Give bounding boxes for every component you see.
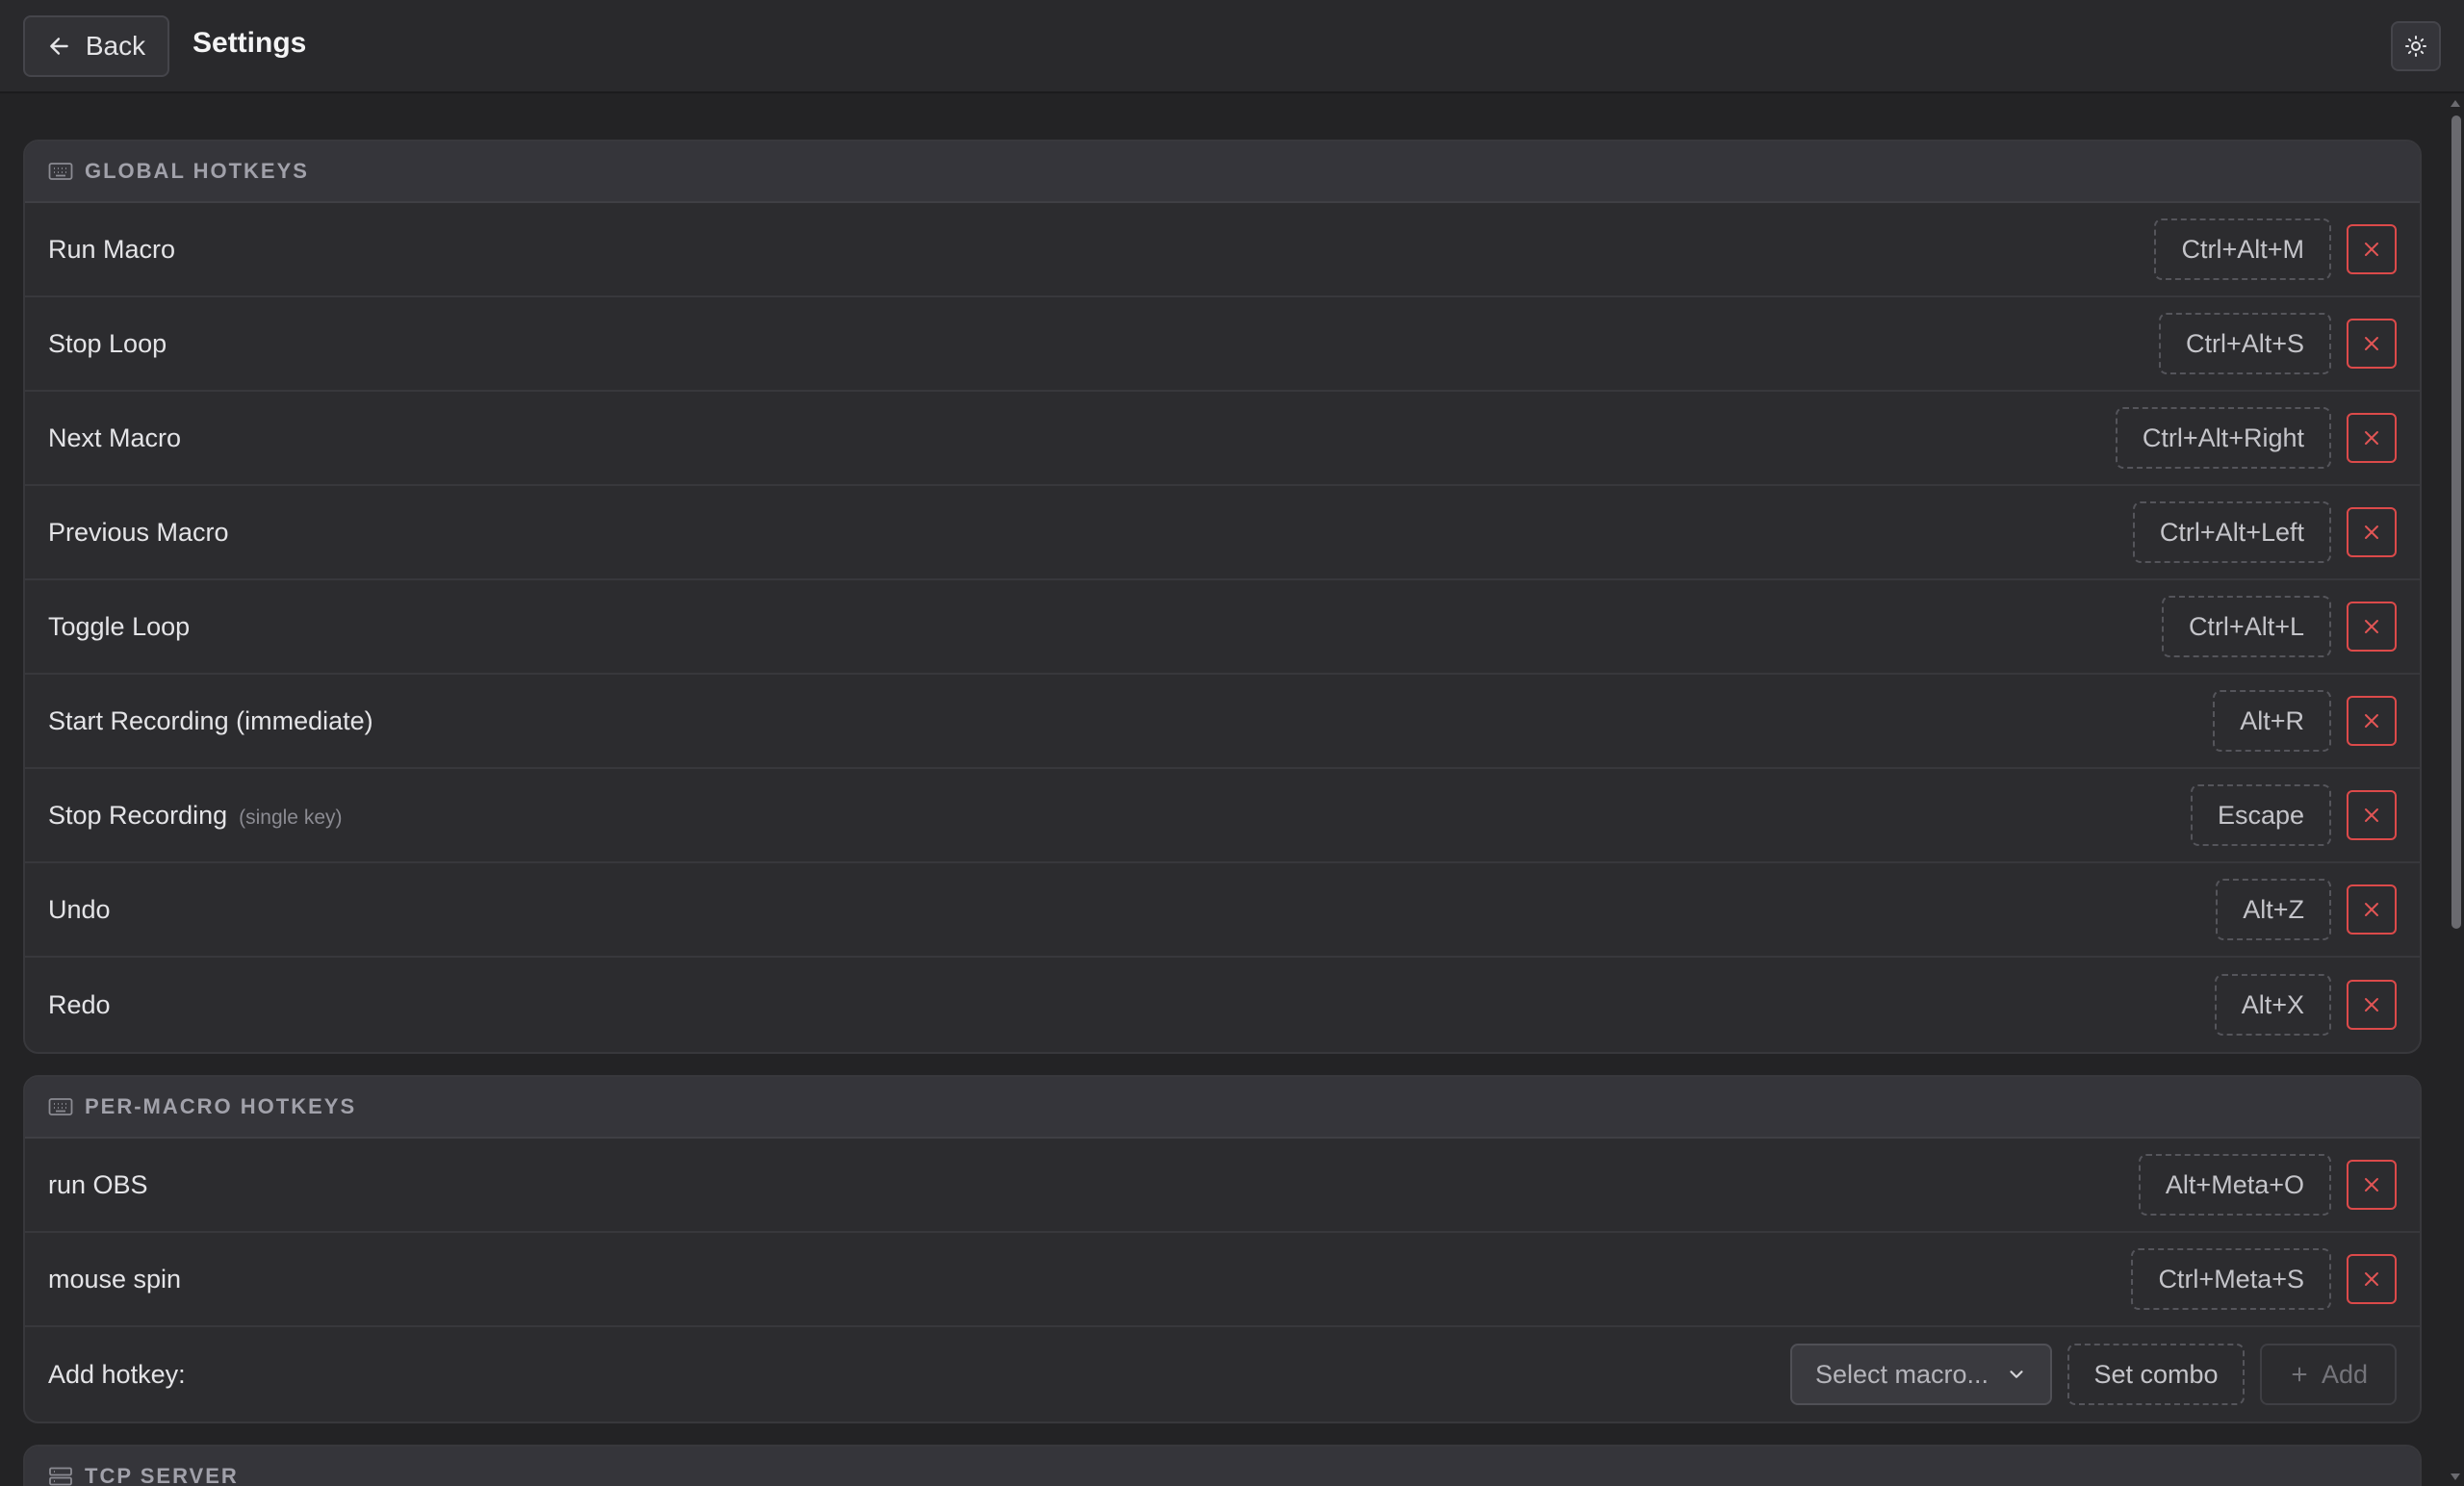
tcp-server-title: TCP SERVER (85, 1464, 239, 1486)
remove-hotkey-button[interactable] (2347, 602, 2397, 652)
add-hotkey-button-label: Add (2321, 1359, 2369, 1389)
remove-hotkey-button[interactable] (2347, 696, 2397, 746)
x-icon (2365, 620, 2378, 633)
remove-hotkey-button[interactable] (2347, 980, 2397, 1030)
remove-hotkey-button[interactable] (2347, 319, 2397, 369)
hotkey-combo-button[interactable]: Ctrl+Alt+M (2154, 218, 2331, 280)
hotkey-combo-button[interactable]: Alt+X (2214, 974, 2331, 1036)
hotkey-combo-button[interactable]: Alt+Z (2216, 879, 2331, 940)
hotkey-combo-button[interactable]: Alt+R (2213, 690, 2331, 752)
theme-toggle-button[interactable] (2391, 21, 2441, 71)
plus-icon (2292, 1367, 2307, 1382)
tcp-server-card: TCP SERVER (23, 1445, 2422, 1486)
keyboard-icon (48, 163, 73, 180)
set-combo-button[interactable]: Set combo (2067, 1344, 2245, 1405)
global-hotkeys-card: GLOBAL HOTKEYS Run Macro Ctrl+Alt+M Stop… (23, 140, 2422, 1054)
hotkey-row: Run Macro Ctrl+Alt+M (25, 203, 2420, 297)
macro-hotkey-label: mouse spin (48, 1264, 182, 1294)
x-icon (2365, 1272, 2378, 1286)
hotkey-hint: (single key) (239, 806, 343, 829)
arrow-left-icon (50, 38, 68, 55)
hotkey-combo-button[interactable]: Ctrl+Alt+Right (2115, 407, 2331, 469)
hotkey-label: Stop Recording (single key) (48, 800, 343, 830)
remove-macro-hotkey-button[interactable] (2347, 1254, 2397, 1304)
macro-hotkey-combo-button[interactable]: Alt+Meta+O (2138, 1154, 2331, 1216)
x-icon (2365, 243, 2378, 256)
add-hotkey-row: Add hotkey: Select macro... Set combo Ad… (25, 1327, 2420, 1422)
remove-hotkey-button[interactable] (2347, 790, 2397, 840)
per-macro-hotkeys-card: PER-MACRO HOTKEYS run OBS Alt+Meta+O mou… (23, 1075, 2422, 1423)
hotkey-combo-button[interactable]: Ctrl+Alt+Left (2132, 501, 2331, 563)
x-icon (2365, 714, 2378, 728)
x-icon (2365, 903, 2378, 916)
hotkey-label: Previous Macro (48, 517, 229, 547)
back-button-label: Back (85, 31, 146, 61)
per-macro-hotkeys-title: PER-MACRO HOTKEYS (85, 1094, 357, 1118)
x-icon (2365, 525, 2378, 539)
hotkey-label: Redo (48, 989, 111, 1019)
remove-hotkey-button[interactable] (2347, 507, 2397, 557)
hotkey-combo-button[interactable]: Ctrl+Alt+S (2158, 313, 2331, 374)
top-bar: Back Settings (0, 0, 2464, 93)
chevron-down-icon (2010, 1371, 2023, 1378)
add-hotkey-label: Add hotkey: (48, 1359, 186, 1389)
remove-hotkey-button[interactable] (2347, 224, 2397, 274)
x-icon (2365, 337, 2378, 350)
hotkey-label: Stop Loop (48, 328, 167, 358)
hotkey-row: Previous Macro Ctrl+Alt+Left (25, 486, 2420, 580)
server-icon (49, 1467, 72, 1486)
hotkey-row: Stop Recording (single key) Escape (25, 769, 2420, 863)
hotkey-row: Redo Alt+X (25, 958, 2420, 1052)
hotkey-label: Run Macro (48, 234, 176, 264)
x-icon (2365, 1178, 2378, 1191)
hotkey-row: Start Recording (immediate) Alt+R (25, 675, 2420, 769)
hotkey-label: Start Recording (immediate) (48, 705, 373, 735)
hotkey-label: Undo (48, 894, 111, 924)
hotkey-combo-button[interactable]: Ctrl+Alt+L (2161, 596, 2331, 657)
x-icon (2365, 431, 2378, 445)
remove-hotkey-button[interactable] (2347, 884, 2397, 935)
scroll-up-arrow[interactable] (2451, 100, 2460, 107)
macro-hotkey-combo-button[interactable]: Ctrl+Meta+S (2131, 1248, 2331, 1310)
x-icon (2365, 998, 2378, 1012)
hotkey-row: Undo Alt+Z (25, 863, 2420, 958)
keyboard-icon (48, 1098, 73, 1115)
x-icon (2365, 808, 2378, 822)
hotkey-label: Toggle Loop (48, 611, 191, 641)
macro-select-placeholder: Select macro... (1815, 1359, 1989, 1389)
per-macro-hotkeys-header: PER-MACRO HOTKEYS (25, 1077, 2420, 1139)
scroll-down-arrow[interactable] (2451, 1473, 2460, 1480)
scrollbar-thumb[interactable] (2451, 115, 2461, 929)
hotkey-label: Next Macro (48, 423, 182, 452)
page-title: Settings (192, 27, 307, 59)
back-button[interactable]: Back (23, 15, 169, 77)
add-hotkey-button[interactable]: Add (2260, 1344, 2397, 1405)
global-hotkeys-header: GLOBAL HOTKEYS (25, 141, 2420, 203)
macro-hotkey-row: mouse spin Ctrl+Meta+S (25, 1233, 2420, 1327)
macro-hotkey-label: run OBS (48, 1169, 148, 1199)
macro-hotkey-row: run OBS Alt+Meta+O (25, 1139, 2420, 1233)
hotkey-row: Next Macro Ctrl+Alt+Right (25, 392, 2420, 486)
remove-hotkey-button[interactable] (2347, 413, 2397, 463)
hotkey-row: Stop Loop Ctrl+Alt+S (25, 297, 2420, 392)
settings-scroll-area: GLOBAL HOTKEYS Run Macro Ctrl+Alt+M Stop… (0, 95, 2464, 1486)
sun-icon (2405, 36, 2426, 57)
hotkey-combo-button[interactable]: Escape (2190, 784, 2331, 846)
tcp-server-header: TCP SERVER (25, 1447, 2420, 1486)
global-hotkeys-title: GLOBAL HOTKEYS (85, 159, 309, 183)
remove-macro-hotkey-button[interactable] (2347, 1160, 2397, 1210)
hotkey-row: Toggle Loop Ctrl+Alt+L (25, 580, 2420, 675)
macro-select[interactable]: Select macro... (1790, 1344, 2052, 1405)
